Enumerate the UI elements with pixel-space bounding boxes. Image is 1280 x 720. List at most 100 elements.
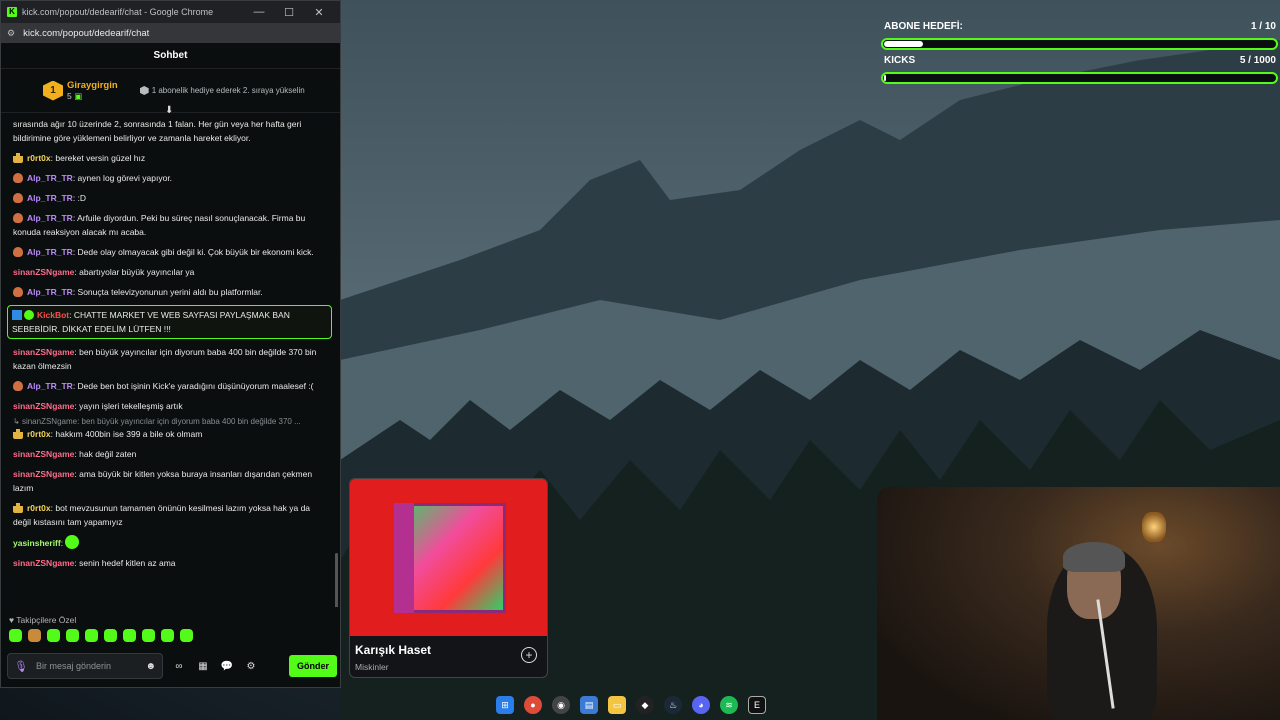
rank-badge: 1 [43,80,63,101]
taskbar: ⊞ ● ◉ ▤ ▭ ◆ ♨ ◕ ≋ E [496,692,766,718]
chat-composer: 🎙 Bir mesaj gönderin ☻ ∞ ▦ 💬 ⚙ Gönder [7,653,337,679]
store-icon[interactable]: ▦ [195,661,211,672]
chat-scrollbar[interactable] [335,553,338,607]
app-icon[interactable]: ◆ [636,696,654,714]
kicks-goal-value: 5 / 1000 [1239,55,1276,66]
window-title: kick.com/popout/dedearif/chat - Google C… [22,7,214,17]
subscriber-badge-icon [13,213,23,223]
spotify-icon[interactable]: ≋ [720,696,738,714]
chat-message: r0rt0x: bot mevzusunun tamamen önünün ke… [13,503,311,527]
chat-message: sinanZSNgame: yayın işleri tekelleşmiş a… [13,401,183,411]
gift-icon: ▣ [74,90,83,101]
chat-username[interactable]: Alp_TR_TR [27,247,73,257]
address-bar[interactable]: ⚙ kick.com/popout/dedearif/chat [1,23,340,43]
close-icon[interactable]: ✕ [304,6,334,19]
subscriber-badge-icon [13,287,23,297]
track-title: Karışık Haset [355,643,432,657]
chat-username[interactable]: sinanZSNgame [13,267,74,277]
chat-bubble-icon[interactable]: 💬 [219,661,235,672]
sub-goal-value: 1 / 10 [1250,21,1276,32]
streamer-hair [1063,542,1125,572]
bot-badge-icon [12,310,22,320]
send-button[interactable]: Gönder [288,655,337,677]
webcam-feed [877,487,1280,720]
emote-section-label: ♥ Takipçilere Özel [9,615,77,625]
chat-message: Alp_TR_TR: :D [13,191,330,205]
chat-username[interactable]: yasinsheriff [13,538,61,548]
subscriber-badge-icon [13,247,23,257]
chrome-icon[interactable]: ● [524,696,542,714]
obs-icon[interactable]: ◉ [552,696,570,714]
windows-start-icon[interactable]: ⊞ [496,696,514,714]
sub-goal-bar [881,38,1278,50]
emote-icon [65,535,80,549]
chat-message: sinanZSNgame: abartıyolar büyük yayıncıl… [13,267,195,277]
chat-username[interactable]: Alp_TR_TR [27,173,73,183]
album-spine [394,503,414,613]
subscriber-badge-icon [13,429,23,439]
verified-badge-icon [24,310,34,320]
gift-count: 5 [67,90,72,101]
subscriber-badge-icon [13,503,23,513]
chat-username[interactable]: KickBot [37,310,69,320]
bot-message: KickBot: CHATTE MARKET VE WEB SAYFASI PA… [7,305,332,339]
chat-popout-window: K kick.com/popout/dedearif/chat - Google… [0,0,341,688]
minimize-icon[interactable]: — [244,6,274,18]
sub-goal-fill [884,41,924,47]
chat-username[interactable]: sinanZSNgame [13,401,74,411]
chat-username[interactable]: r0rt0x [27,153,51,163]
emote-icon[interactable] [9,629,22,642]
steam-icon[interactable]: ♨ [664,696,682,714]
emote-icon[interactable] [47,629,60,642]
chat-username[interactable]: sinanZSNgame [13,558,74,568]
subscriber-badge-icon [13,381,23,391]
add-track-icon[interactable]: + [521,647,537,663]
site-settings-icon[interactable]: ⚙ [7,28,15,39]
message-placeholder: Bir mesaj gönderin [35,661,112,671]
epic-games-icon[interactable]: E [748,696,766,714]
emote-icon[interactable] [142,629,155,642]
kicks-goal-fill [884,75,887,81]
discord-icon[interactable]: ◕ [692,696,710,714]
gifter-name[interactable]: Giraygirgin [67,80,118,91]
chat-username[interactable]: Alp_TR_TR [27,193,73,203]
message-input[interactable]: 🎙 Bir mesaj gönderin ☻ [7,653,163,679]
emote-icon[interactable] [180,629,193,642]
store-app-icon[interactable]: ▤ [580,696,598,714]
file-explorer-icon[interactable]: ▭ [608,696,626,714]
chat-username[interactable]: sinanZSNgame [13,347,74,357]
emote-icon[interactable] [85,629,98,642]
emote-icon[interactable] [66,629,79,642]
chat-message: Alp_TR_TR: Dede olay olmayacak gibi deği… [13,245,330,259]
kicks-goal-label: KICKS [884,55,916,66]
chat-title: Sohbet [1,43,340,69]
chat-username[interactable]: r0rt0x [27,503,51,513]
reply-preview[interactable]: ↳ sinanZSNgame: ben büyük yayıncılar içi… [13,417,330,427]
chat-username[interactable]: sinanZSNgame [13,469,74,479]
emote-icon[interactable] [123,629,136,642]
microphone-icon[interactable]: 🎙 [14,660,28,673]
kick-logo-icon: K [7,7,17,17]
chat-message: r0rt0x: bereket versin güzel hız [13,151,330,165]
chat-message: Alp_TR_TR: aynen log görevi yapıyor. [13,171,330,185]
chat-username[interactable]: r0rt0x [27,429,51,439]
url-text: kick.com/popout/dedearif/chat [23,27,150,39]
now-playing-card: Karışık Haset Miskinler + [349,478,548,678]
emoji-picker-icon[interactable]: ☻ [145,661,156,672]
chat-message: sinanZSNgame: ben büyük yayıncılar için … [13,347,317,371]
chat-username[interactable]: sinanZSNgame [13,449,74,459]
window-titlebar: K kick.com/popout/dedearif/chat - Google… [1,1,340,23]
maximize-icon[interactable]: ☐ [274,6,304,19]
emote-icon[interactable] [161,629,174,642]
settings-icon[interactable]: ⚙ [243,661,259,672]
chat-username[interactable]: Alp_TR_TR [27,381,73,391]
chat-username[interactable]: Alp_TR_TR [27,213,73,223]
kicks-icon[interactable]: ∞ [171,661,187,672]
chat-messages: sırasında ağır 10 üzerinde 2, sonrasında… [1,113,340,607]
emote-icon[interactable] [104,629,117,642]
emote-icon[interactable] [28,629,41,642]
lamp [1142,512,1166,542]
subscriber-badge-icon [13,173,23,183]
chat-message: Alp_TR_TR: Dede ben bot işinin Kick'e ya… [13,379,330,393]
chat-username[interactable]: Alp_TR_TR [27,287,73,297]
